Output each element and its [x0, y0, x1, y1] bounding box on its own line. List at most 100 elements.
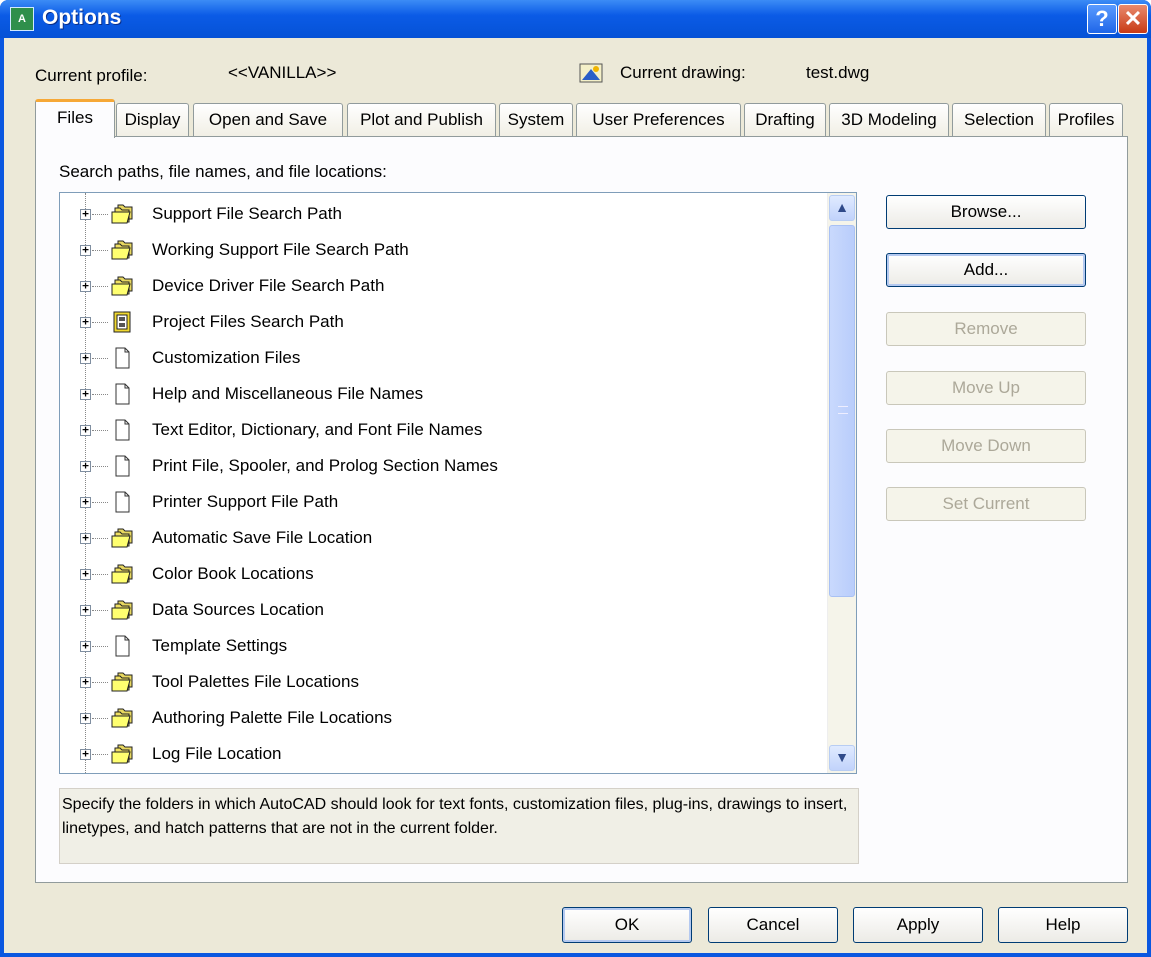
tree-item[interactable]: + Automatic Save File Location — [60, 523, 820, 553]
tree-item-label: Automatic Save File Location — [152, 528, 373, 547]
tree-connector — [92, 754, 108, 755]
tree-item-label: Template Settings — [152, 636, 288, 655]
tree-connector — [92, 214, 108, 215]
tree-item-label: Customization Files — [152, 348, 301, 367]
tab-files[interactable]: Files — [35, 99, 115, 138]
tree-connector — [92, 430, 108, 431]
expand-plus-icon[interactable]: + — [80, 748, 91, 760]
file-icon — [110, 383, 134, 405]
expand-plus-icon[interactable]: + — [80, 316, 91, 328]
tab-3d-modeling[interactable]: 3D Modeling — [829, 103, 949, 136]
tree-item[interactable]: + Support File Search Path — [60, 199, 820, 229]
scroll-grip-icon — [838, 406, 848, 414]
tree-connector — [92, 322, 108, 323]
tree-item[interactable]: + Help and Miscellaneous File Names — [60, 379, 820, 409]
tree-connector — [92, 502, 108, 503]
file-locations-tree[interactable]: + Support File Search Path + Working Suppor… — [59, 192, 857, 774]
expand-plus-icon[interactable]: + — [80, 424, 91, 436]
remove-button[interactable]: Remove — [886, 312, 1086, 346]
tree-connector — [92, 538, 108, 539]
window-title: Options — [42, 6, 122, 29]
current-profile-value: <<VANILLA>> — [228, 63, 337, 82]
expand-plus-icon[interactable]: + — [80, 532, 91, 544]
tree-item-label: Text Editor, Dictionary, and Font File N… — [152, 420, 483, 439]
tree-item-label: Help and Miscellaneous File Names — [152, 384, 424, 403]
tab-selection[interactable]: Selection — [952, 103, 1046, 136]
tab-open-and-save[interactable]: Open and Save — [193, 103, 343, 136]
scroll-up-arrow-icon[interactable]: ▲ — [829, 195, 855, 221]
add-button[interactable]: Add... — [886, 253, 1086, 287]
folder-multi-icon — [110, 743, 134, 765]
tree-item[interactable]: + Authoring Palette File Locations — [60, 703, 820, 733]
tree-item-label: Project Files Search Path — [152, 312, 344, 331]
tree-connector — [92, 682, 108, 683]
tree-connector — [92, 646, 108, 647]
file-icon — [110, 455, 134, 477]
help-button[interactable]: Help — [998, 907, 1128, 943]
tab-plot-and-publish[interactable]: Plot and Publish — [347, 103, 496, 136]
current-drawing-value: test.dwg — [806, 63, 870, 82]
title-close-button[interactable]: ✕ — [1118, 4, 1148, 34]
folder-multi-icon — [110, 599, 134, 621]
project-icon — [110, 311, 134, 333]
expand-plus-icon[interactable]: + — [80, 568, 91, 580]
tree-caption: Search paths, file names, and file locat… — [59, 162, 387, 181]
apply-button[interactable]: Apply — [853, 907, 983, 943]
tree-item-label: Device Driver File Search Path — [152, 276, 385, 295]
expand-plus-icon[interactable]: + — [80, 640, 91, 652]
expand-plus-icon[interactable]: + — [80, 604, 91, 616]
expand-plus-icon[interactable]: + — [80, 280, 91, 292]
expand-plus-icon[interactable]: + — [80, 496, 91, 508]
autocad-app-icon: A — [10, 7, 34, 31]
tab-system[interactable]: System — [499, 103, 573, 136]
expand-plus-icon[interactable]: + — [80, 208, 91, 220]
tree-item-label: Log File Location — [152, 744, 282, 763]
tree-item[interactable]: + Project Files Search Path — [60, 307, 820, 337]
vertical-scrollbar[interactable]: ▲ ▼ — [827, 193, 856, 773]
tree-item-label: Printer Support File Path — [152, 492, 339, 511]
tree-item-label: Support File Search Path — [152, 204, 342, 223]
tab-user-preferences[interactable]: User Preferences — [576, 103, 741, 136]
title-help-button[interactable]: ? — [1087, 4, 1117, 34]
folder-multi-icon — [110, 203, 134, 225]
tree-item[interactable]: + Working Support File Search Path — [60, 235, 820, 265]
file-icon — [110, 347, 134, 369]
tree-item[interactable]: + Customization Files — [60, 343, 820, 373]
browse-button[interactable]: Browse... — [886, 195, 1086, 229]
expand-plus-icon[interactable]: + — [80, 244, 91, 256]
expand-plus-icon[interactable]: + — [80, 676, 91, 688]
ok-button[interactable]: OK — [562, 907, 692, 943]
expand-plus-icon[interactable]: + — [80, 460, 91, 472]
scroll-thumb[interactable] — [829, 225, 855, 597]
tree-connector — [92, 466, 108, 467]
current-drawing-label: Current drawing: — [620, 63, 746, 82]
file-icon — [110, 635, 134, 657]
cancel-button[interactable]: Cancel — [708, 907, 838, 943]
tab-display[interactable]: Display — [116, 103, 189, 136]
tree-item[interactable]: + Print File, Spooler, and Prolog Section… — [60, 451, 820, 481]
scroll-down-arrow-icon[interactable]: ▼ — [829, 745, 855, 771]
set-current-button[interactable]: Set Current — [886, 487, 1086, 521]
tree-item[interactable]: + Color Book Locations — [60, 559, 820, 589]
tree-item[interactable]: + Text Editor, Dictionary, and Font File … — [60, 415, 820, 445]
expand-plus-icon[interactable]: + — [80, 352, 91, 364]
tree-connector — [92, 394, 108, 395]
tree-item[interactable]: + Data Sources Location — [60, 595, 820, 625]
tree-connector — [92, 358, 108, 359]
tree-item[interactable]: + Printer Support File Path — [60, 487, 820, 517]
tab-profiles[interactable]: Profiles — [1049, 103, 1123, 136]
expand-plus-icon[interactable]: + — [80, 712, 91, 724]
tree-item[interactable]: + Template Settings — [60, 631, 820, 661]
tree-item[interactable]: + Log File Location — [60, 739, 820, 769]
move-down-button[interactable]: Move Down — [886, 429, 1086, 463]
tab-drafting[interactable]: Drafting — [744, 103, 826, 136]
tree-item[interactable]: + Device Driver File Search Path — [60, 271, 820, 301]
title-bar[interactable]: A Options ? ✕ — [0, 0, 1151, 38]
expand-plus-icon[interactable]: + — [80, 388, 91, 400]
tree-item-label: Tool Palettes File Locations — [152, 672, 359, 691]
tree-item-label: Data Sources Location — [152, 600, 324, 619]
tree-item[interactable]: + Tool Palettes File Locations — [60, 667, 820, 697]
folder-multi-icon — [110, 563, 134, 585]
move-up-button[interactable]: Move Up — [886, 371, 1086, 405]
tree-connector — [92, 610, 108, 611]
